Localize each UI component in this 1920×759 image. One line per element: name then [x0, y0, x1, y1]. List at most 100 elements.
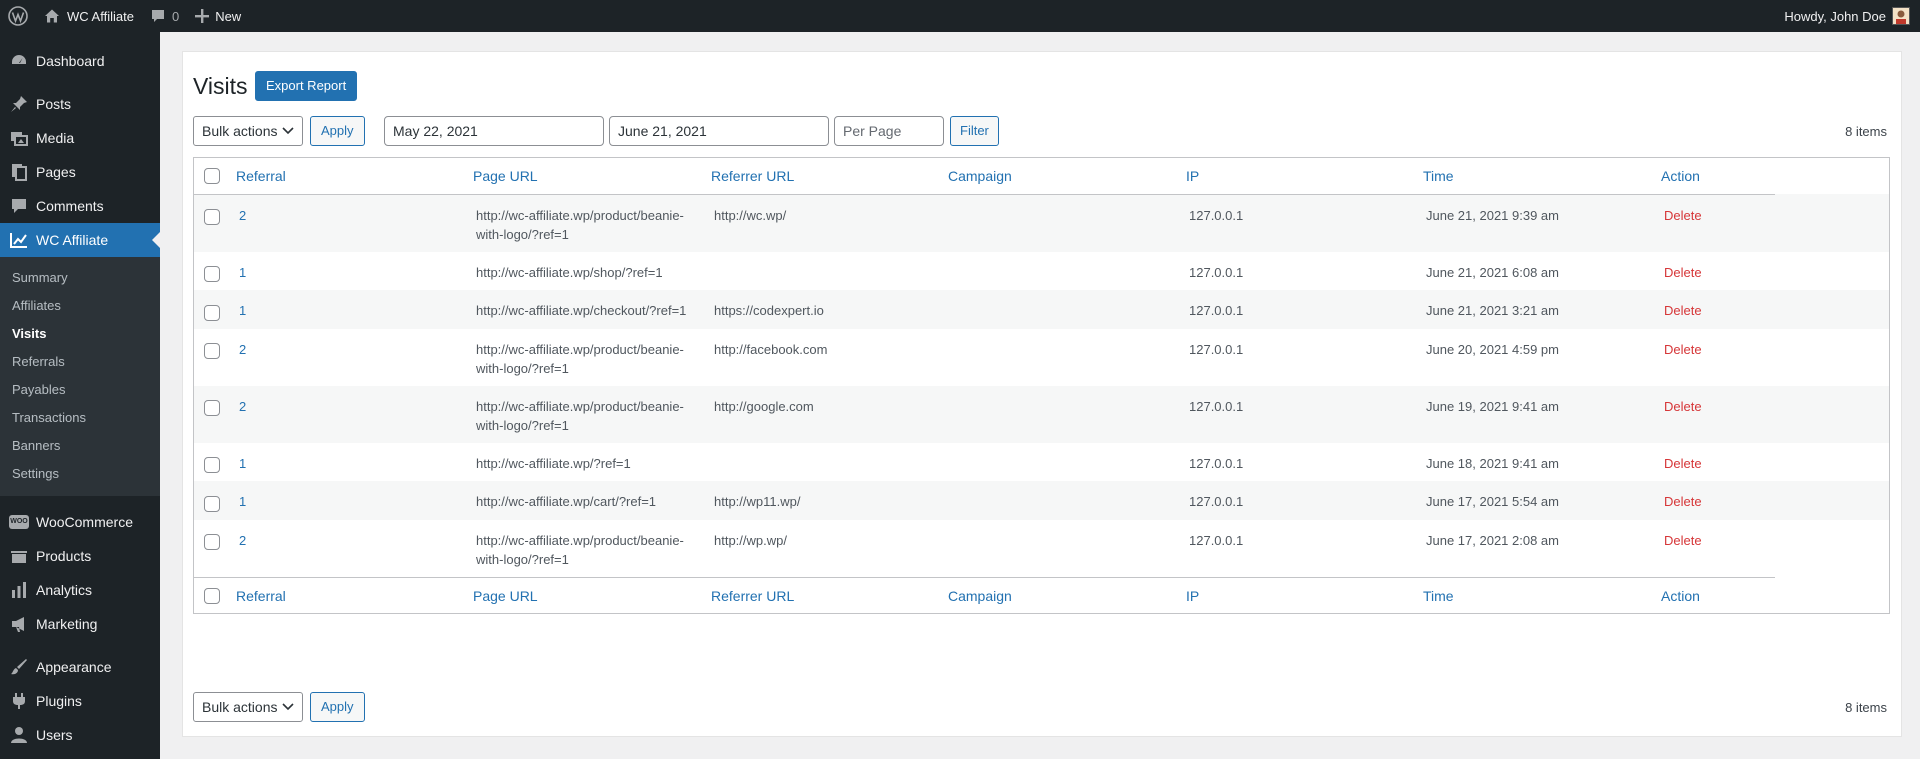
submenu-item-settings[interactable]: Settings — [0, 460, 160, 488]
cell-referral[interactable]: 1 — [236, 263, 473, 282]
delete-link[interactable]: Delete — [1661, 301, 1775, 320]
visits-table: Referral Page URL Referrer URL Campaign … — [193, 157, 1890, 615]
column-footer-campaign[interactable]: Campaign — [948, 576, 1186, 614]
wc-affiliate-submenu: Summary Affiliates Visits Referrals Paya… — [0, 257, 160, 496]
column-footer-referrer-url[interactable]: Referrer URL — [711, 576, 948, 614]
pushpin-icon — [9, 94, 29, 114]
per-page-input[interactable] — [834, 116, 944, 146]
column-header-referral[interactable]: Referral — [236, 158, 473, 195]
column-header-campaign[interactable]: Campaign — [948, 158, 1186, 195]
cell-referral[interactable]: 1 — [236, 301, 473, 320]
delete-link[interactable]: Delete — [1661, 531, 1775, 550]
delete-link[interactable]: Delete — [1661, 206, 1775, 225]
wordpress-logo-icon[interactable] — [0, 0, 36, 32]
row-checkbox[interactable] — [204, 400, 220, 417]
cell-referral[interactable]: 2 — [236, 531, 473, 550]
date-from-input[interactable] — [384, 116, 604, 146]
submenu-item-transactions[interactable]: Transactions — [0, 404, 160, 432]
column-footer-page-url[interactable]: Page URL — [473, 576, 711, 614]
megaphone-icon — [9, 614, 29, 634]
comments-link[interactable]: 0 — [142, 0, 187, 32]
cell-ip: 127.0.0.1 — [1189, 207, 1244, 223]
cell-referral[interactable]: 1 — [236, 492, 473, 511]
submenu-item-referrals[interactable]: Referrals — [0, 348, 160, 376]
new-content-link[interactable]: New — [187, 0, 249, 32]
date-to-input[interactable] — [609, 116, 829, 146]
menu-label: Comments — [36, 198, 104, 214]
row-checkbox[interactable] — [204, 343, 220, 360]
row-checkbox[interactable] — [204, 534, 220, 551]
select-all-checkbox[interactable] — [204, 168, 220, 185]
my-account-link[interactable]: Howdy, John Doe — [1776, 0, 1920, 32]
column-header-ip[interactable]: IP — [1186, 158, 1423, 195]
apply-button-bottom[interactable]: Apply — [310, 692, 365, 722]
menu-label: Posts — [36, 96, 72, 112]
menu-item-comments[interactable]: Comments — [0, 189, 160, 223]
media-icon — [9, 128, 29, 148]
cell-referrer-url: https://codexpert.io — [714, 303, 824, 319]
menu-label: Dashboard — [36, 53, 105, 69]
submenu-item-banners[interactable]: Banners — [0, 432, 160, 460]
row-checkbox[interactable] — [204, 209, 220, 226]
row-checkbox[interactable] — [204, 304, 220, 321]
avatar — [1892, 7, 1910, 25]
delete-link[interactable]: Delete — [1661, 340, 1775, 359]
row-checkbox[interactable] — [204, 266, 220, 283]
column-header-referrer-url[interactable]: Referrer URL — [711, 158, 948, 195]
menu-item-appearance[interactable]: Appearance — [0, 650, 160, 684]
cell-time: June 21, 2021 3:21 am — [1426, 303, 1559, 319]
column-footer-ip[interactable]: IP — [1186, 576, 1423, 614]
column-footer-action[interactable]: Action — [1661, 576, 1775, 614]
cell-page-url: http://wc-affiliate.wp/product/beanie-wi… — [476, 341, 684, 376]
column-header-action[interactable]: Action — [1661, 158, 1775, 195]
menu-item-woocommerce[interactable]: WOO WooCommerce — [0, 505, 160, 539]
menu-item-media[interactable]: Media — [0, 121, 160, 155]
cell-page-url: http://wc-affiliate.wp/cart/?ref=1 — [476, 494, 657, 510]
select-all-checkbox-footer[interactable] — [204, 588, 220, 605]
column-header-page-url[interactable]: Page URL — [473, 158, 711, 195]
filter-button[interactable]: Filter — [950, 116, 999, 146]
cell-page-url: http://wc-affiliate.wp/product/beanie-wi… — [476, 398, 684, 433]
cell-time: June 18, 2021 9:41 am — [1426, 455, 1559, 471]
chevron-down-icon — [282, 127, 294, 135]
submenu-item-affiliates[interactable]: Affiliates — [0, 292, 160, 320]
row-checkbox[interactable] — [204, 457, 220, 474]
apply-button-top[interactable]: Apply — [310, 116, 365, 146]
menu-item-pages[interactable]: Pages — [0, 155, 160, 189]
comments-icon — [9, 196, 29, 216]
cell-time: June 20, 2021 4:59 pm — [1426, 341, 1559, 357]
cell-referral[interactable]: 2 — [236, 340, 473, 359]
menu-item-users[interactable]: Users — [0, 718, 160, 752]
export-report-button[interactable]: Export Report — [255, 71, 358, 101]
menu-item-marketing[interactable]: Marketing — [0, 607, 160, 641]
column-footer-time[interactable]: Time — [1423, 576, 1661, 614]
menu-label: Plugins — [36, 693, 82, 709]
cell-referral[interactable]: 2 — [236, 206, 473, 225]
cell-referral[interactable]: 1 — [236, 454, 473, 473]
menu-item-plugins[interactable]: Plugins — [0, 684, 160, 718]
column-header-time[interactable]: Time — [1423, 158, 1661, 195]
menu-label: Marketing — [36, 616, 98, 632]
bulk-actions-select-bottom[interactable]: Bulk actions — [193, 692, 303, 722]
delete-link[interactable]: Delete — [1661, 397, 1775, 416]
submenu-item-payables[interactable]: Payables — [0, 376, 160, 404]
menu-item-posts[interactable]: Posts — [0, 87, 160, 121]
cell-referral[interactable]: 2 — [236, 397, 473, 416]
delete-link[interactable]: Delete — [1661, 263, 1775, 282]
cell-time: June 19, 2021 9:41 am — [1426, 398, 1559, 414]
row-checkbox[interactable] — [204, 495, 220, 512]
bulk-actions-select-top[interactable]: Bulk actions — [193, 116, 303, 146]
menu-label: Media — [36, 130, 75, 146]
cell-referrer-url: http://google.com — [714, 398, 814, 414]
table-row: 2 http://wc-affiliate.wp/product/beanie-w… — [194, 520, 1889, 578]
delete-link[interactable]: Delete — [1661, 492, 1775, 511]
submenu-item-visits[interactable]: Visits — [0, 320, 160, 348]
menu-item-dashboard[interactable]: Dashboard — [0, 44, 160, 78]
submenu-item-summary[interactable]: Summary — [0, 264, 160, 292]
delete-link[interactable]: Delete — [1661, 454, 1775, 473]
menu-item-products[interactable]: Products — [0, 539, 160, 573]
column-footer-referral[interactable]: Referral — [236, 576, 473, 614]
menu-item-analytics[interactable]: Analytics — [0, 573, 160, 607]
site-name-link[interactable]: WC Affiliate — [36, 0, 142, 32]
menu-item-wc-affiliate[interactable]: WC Affiliate — [0, 223, 160, 257]
